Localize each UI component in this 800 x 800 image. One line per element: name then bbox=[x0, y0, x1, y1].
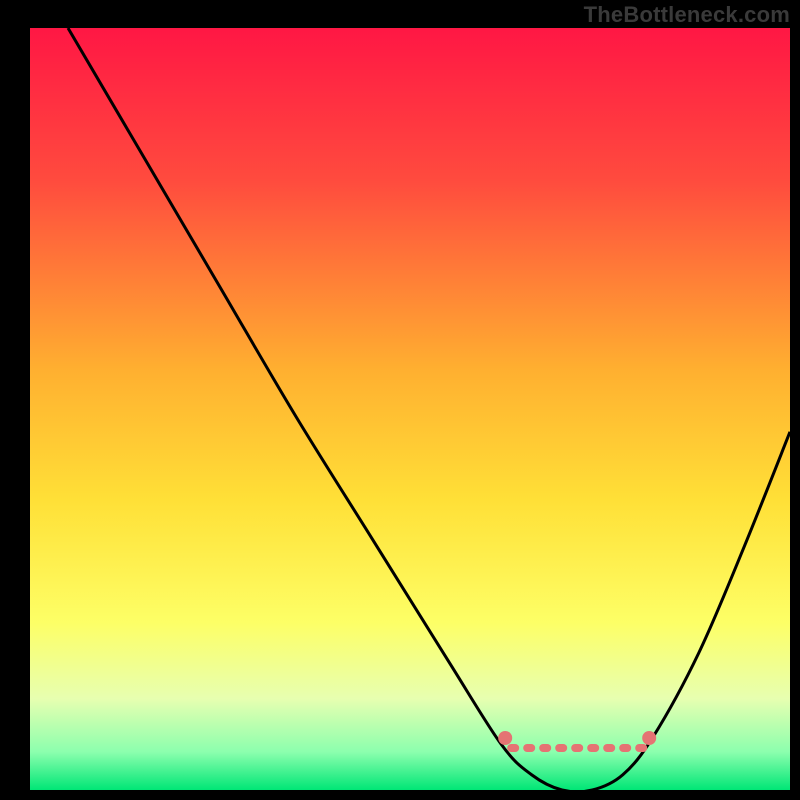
watermark-text: TheBottleneck.com bbox=[584, 2, 790, 28]
optimal-region-endpoint bbox=[642, 731, 656, 745]
optimal-region-indicator bbox=[507, 744, 647, 752]
optimal-region-endpoint bbox=[498, 731, 512, 745]
chart-container: TheBottleneck.com bbox=[0, 0, 800, 800]
bottleneck-chart bbox=[0, 0, 800, 800]
plot-background bbox=[30, 28, 790, 790]
